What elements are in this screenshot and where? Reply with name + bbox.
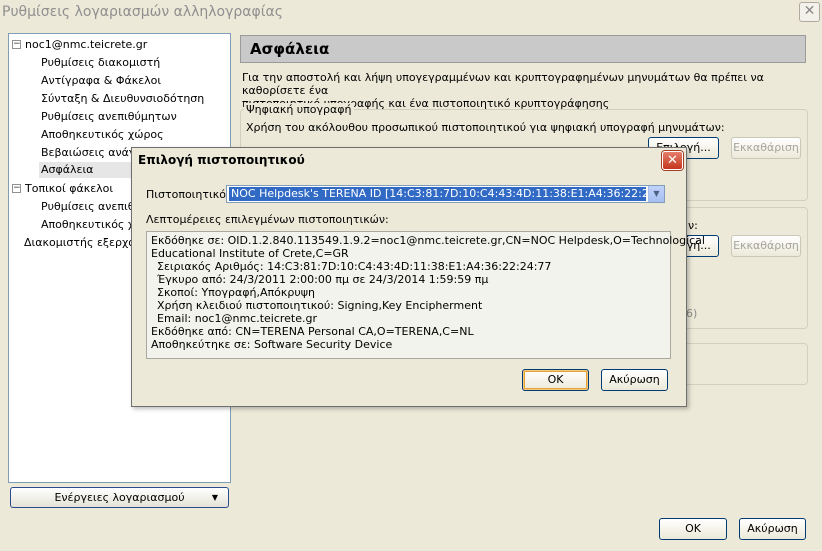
signature-cert-text: Χρήση του ακόλουθου προσωπικού πιστοποιη… [246, 121, 725, 134]
tree-item-disk-space[interactable]: Αποθηκευτικός χώρος [41, 128, 164, 141]
detail-key-usage: Χρήση κλειδιού πιστοποιητικού: Signing,K… [157, 299, 483, 312]
tree-item-junk-settings[interactable]: Ρυθμίσεις ανεπιθύμητων [41, 110, 177, 123]
certificate-select-value: NOC Helpdesk's TERENA ID [14:C3:81:7D:10… [229, 187, 646, 201]
tree-account[interactable]: noc1@nmc.teicrete.gr [25, 38, 147, 51]
tree-item-composition[interactable]: Σύνταξη & Διευθυνσιοδότηση [41, 92, 204, 105]
tree-item-security[interactable]: Ασφάλεια [39, 162, 139, 178]
page-title: Ασφάλεια [240, 35, 806, 63]
digital-signature-label: Ψηφιακή υπογραφή [244, 103, 354, 116]
detail-serial: Σειριακός Αριθμός: 14:C3:81:7D:10:C4:43:… [157, 260, 552, 273]
window-titlebar: Ρυθμίσεις λογαριασμών αλληλογραφίας ✕ [0, 0, 822, 26]
detail-purposes: Σκοποί: Υπογραφή,Απόκρυψη [157, 286, 315, 299]
ok-button[interactable]: OK [659, 518, 727, 540]
account-actions-label: Ενέργειες λογαριασμού [54, 491, 185, 504]
dialog-ok-button[interactable]: OK [522, 369, 589, 391]
dialog-cancel-button[interactable]: Ακύρωση [601, 369, 668, 391]
tree-item-copies-folders[interactable]: Αντίγραφα & Φάκελοι [41, 74, 161, 87]
dialog-close-button[interactable]: ✕ [662, 151, 683, 170]
window-close-button[interactable]: ✕ [799, 2, 820, 22]
encryption-text-tail: ν: [688, 219, 698, 232]
tree-item-security-label: Ασφάλεια [41, 163, 94, 176]
certificate-label: Πιστοποιητικό: [146, 188, 230, 201]
detail-issued-by: Εκδόθηκε από: CN=TERENA Personal CA,O=TE… [151, 325, 474, 338]
dropdown-caret-icon: ▼ [211, 493, 218, 502]
collapse-local-folders-icon[interactable]: − [12, 184, 21, 193]
detail-validity: Έγκυρο από: 24/3/2011 2:00:00 πμ σε 24/3… [157, 273, 489, 286]
certificate-details: Εκδόθηκε σε: OID.1.2.840.113549.1.9.2=no… [146, 231, 705, 359]
window-title: Ρυθμίσεις λογαριασμών αλληλογραφίας [2, 4, 283, 20]
certificate-select[interactable]: NOC Helpdesk's TERENA ID [14:C3:81:7D:10… [226, 185, 665, 203]
clear-signature-cert-button[interactable]: Εκκαθάριση [731, 137, 801, 159]
cancel-button[interactable]: Ακύρωση [739, 518, 806, 540]
clear-encryption-cert-button[interactable]: Εκκαθάριση [731, 235, 801, 257]
select-certificate-dialog: Επιλογή πιστοποιητικού ✕ Πιστοποιητικό: … [131, 147, 705, 407]
security-intro-line-1: Για την αποστολή και λήψη υπογεγραμμένων… [242, 71, 764, 97]
details-label: Λεπτομέρειες επιλεγμένων πιστοποιητικών: [146, 213, 389, 226]
detail-email: Email: noc1@nmc.teicrete.gr [157, 312, 318, 325]
detail-issued-to-1: Εκδόθηκε σε: OID.1.2.840.113549.1.9.2=no… [151, 234, 705, 247]
tree-local-folders[interactable]: Τοπικοί φάκελοι [25, 182, 113, 195]
partial-text: 6) [686, 307, 698, 320]
tree-item-server-settings[interactable]: Ρυθμίσεις διακομιστή [41, 56, 160, 69]
chevron-down-icon[interactable]: ▼ [648, 186, 664, 202]
account-actions-button[interactable]: Ενέργειες λογαριασμού ▼ [10, 487, 229, 508]
detail-issued-to-2: Educational Institute of Crete,C=GR [151, 247, 349, 260]
detail-stored-in: Αποθηκεύτηκε σε: Software Security Devic… [151, 338, 393, 351]
collapse-account-icon[interactable]: − [12, 40, 21, 49]
dialog-title: Επιλογή πιστοποιητικού [138, 153, 305, 167]
